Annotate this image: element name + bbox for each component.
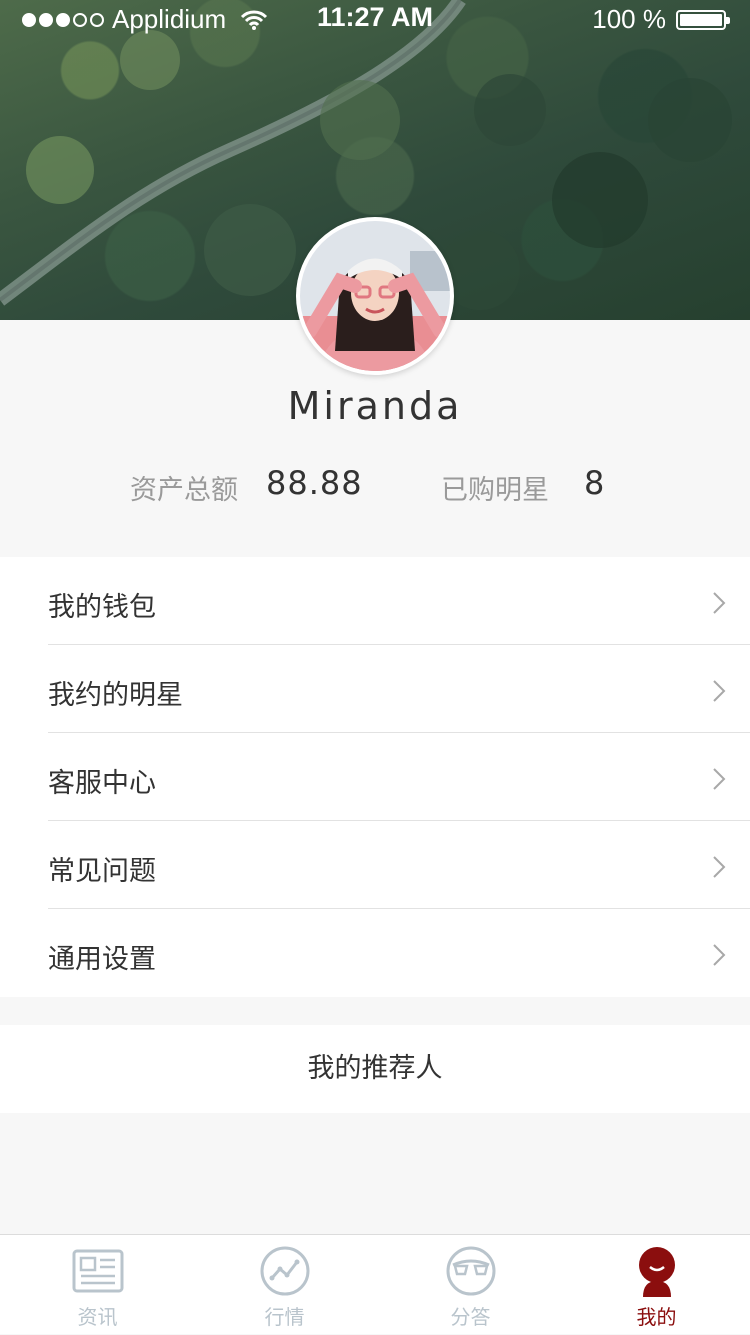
chevron-right-icon <box>713 680 726 702</box>
qa-icon <box>446 1246 496 1296</box>
news-icon <box>72 1249 124 1293</box>
menu-item-label: 我的钱包 <box>48 592 156 623</box>
market-trend-icon <box>260 1246 310 1296</box>
tab-label: 分答 <box>450 1305 491 1329</box>
tab-market[interactable]: 行情 <box>191 1235 378 1335</box>
tab-news[interactable]: 资讯 <box>4 1235 191 1335</box>
tab-qa[interactable]: 分答 <box>377 1235 564 1335</box>
purchased-stars-label: 已购明星 <box>441 475 549 506</box>
menu-item-faq[interactable]: 常见问题 <box>0 821 750 909</box>
status-bar: Applidium 11:27 AM 100 % <box>0 0 750 36</box>
bottom-tab-bar: 资讯 行情 分答 我的 <box>0 1234 750 1334</box>
battery-icon <box>676 9 730 30</box>
menu-item-booked-stars[interactable]: 我约的明星 <box>0 645 750 733</box>
menu-item-customer-service[interactable]: 客服中心 <box>0 733 750 821</box>
menu-item-label: 我约的明星 <box>48 680 183 711</box>
purchased-stars-value: 8 <box>584 464 606 502</box>
menu-item-general-settings[interactable]: 通用设置 <box>0 909 750 997</box>
settings-menu: 我的钱包 我约的明星 客服中心 常见问题 通用设置 <box>0 557 750 997</box>
total-assets-label: 资产总额 <box>130 475 238 506</box>
avatar[interactable] <box>296 217 454 375</box>
tab-label: 我的 <box>636 1305 677 1329</box>
total-assets-value: 88.88 <box>266 464 363 502</box>
tab-label: 行情 <box>264 1305 305 1329</box>
battery-percentage: 100 % <box>592 4 666 34</box>
menu-item-label: 常见问题 <box>48 856 156 887</box>
chevron-right-icon <box>713 768 726 790</box>
tab-me[interactable]: 我的 <box>563 1235 750 1335</box>
avatar-photo <box>300 221 450 371</box>
menu-item-label: 客服中心 <box>48 768 156 799</box>
username: Miranda <box>287 384 463 428</box>
status-right: 100 % <box>592 4 730 35</box>
chevron-right-icon <box>713 592 726 614</box>
profile-icon <box>639 1247 675 1297</box>
chevron-right-icon <box>713 856 726 878</box>
my-referrer-button[interactable]: 我的推荐人 <box>0 1025 750 1113</box>
tab-label: 资讯 <box>77 1305 118 1329</box>
chevron-right-icon <box>713 944 726 966</box>
menu-item-wallet[interactable]: 我的钱包 <box>0 557 750 645</box>
menu-item-label: 通用设置 <box>48 944 156 975</box>
